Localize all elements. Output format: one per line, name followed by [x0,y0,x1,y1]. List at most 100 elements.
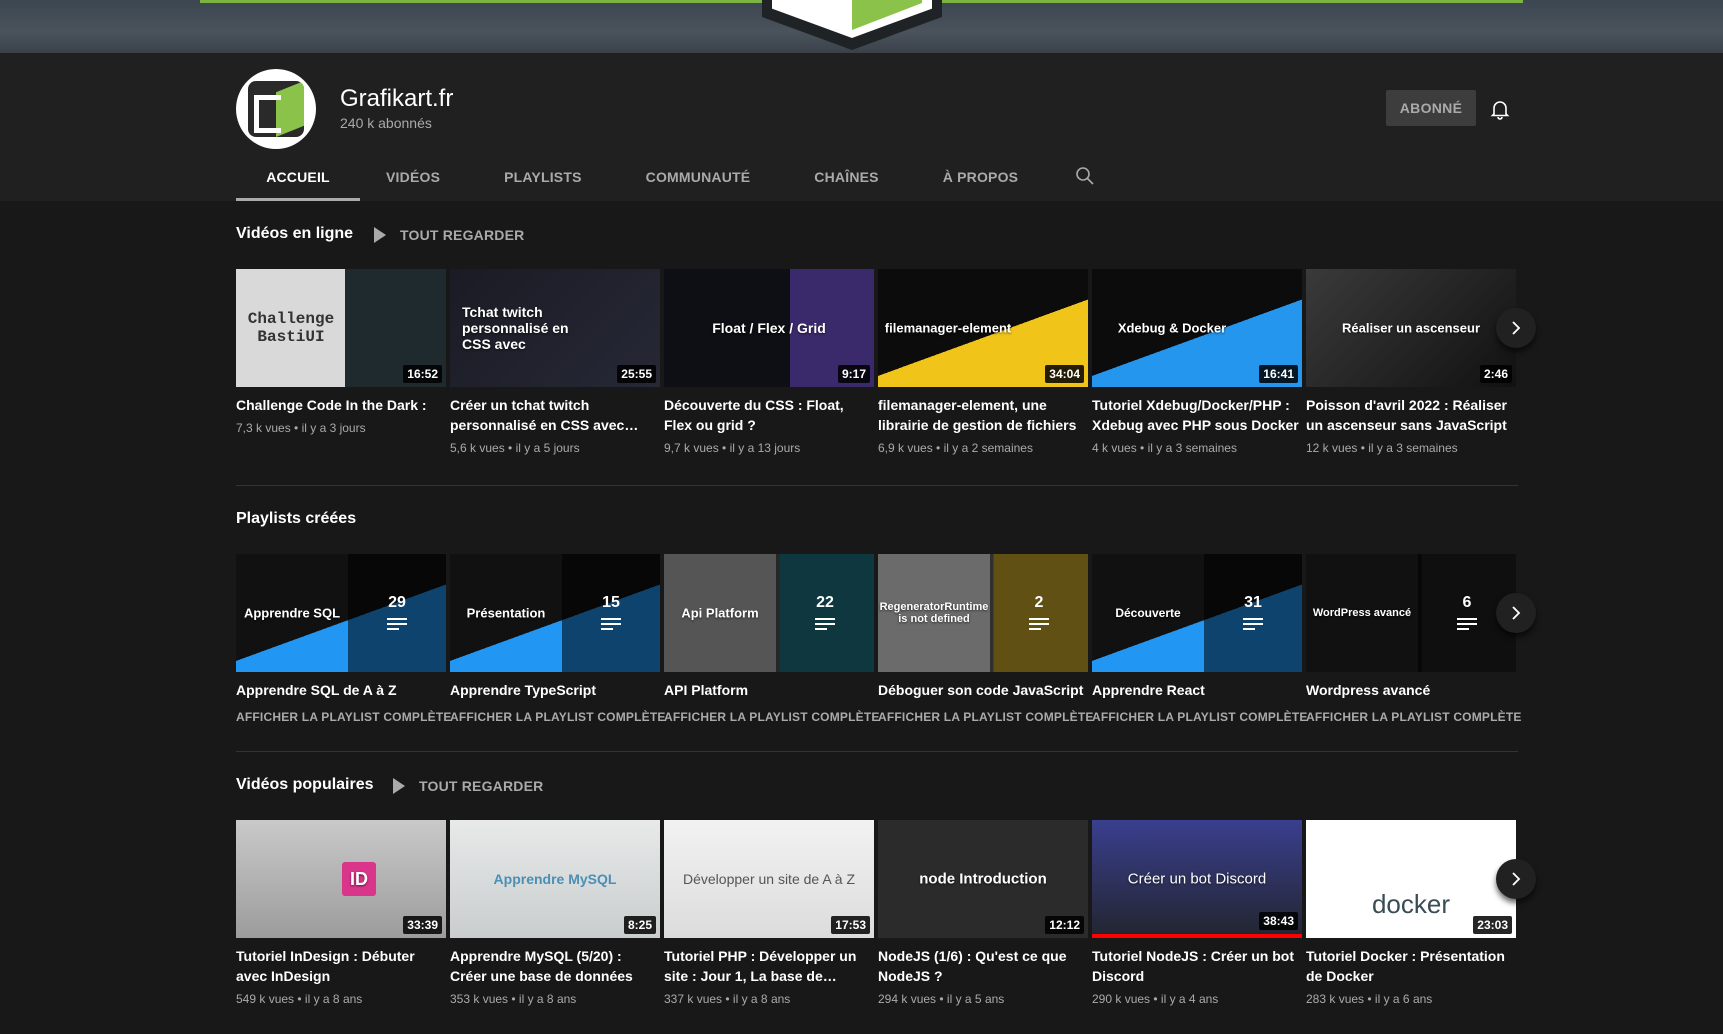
playlist-card[interactable]: RegeneratorRuntime is not defined 2 Débo… [878,554,1093,724]
video-card[interactable]: Float / Flex / Grid 9:17 Découverte du C… [664,269,874,455]
video-thumbnail[interactable]: Float / Flex / Grid 9:17 [664,269,874,387]
playlist-overlay: 29 [348,554,446,672]
thumbnail-caption: Présentation [466,605,546,621]
tab-communaute[interactable]: COMMUNAUTÉ [646,161,751,201]
video-title[interactable]: Tutoriel Docker : Présentation de Docker [1306,946,1516,986]
view-full-playlist-link[interactable]: AFFICHER LA PLAYLIST COMPLÈTE [664,710,879,724]
playlist-card[interactable]: Présentation 15 Apprendre TypeScript AFF… [450,554,665,724]
subscribed-button[interactable]: ABONNÉ [1386,90,1476,126]
playlist-thumbnail[interactable]: RegeneratorRuntime is not defined 2 [878,554,1088,672]
view-full-playlist-link[interactable]: AFFICHER LA PLAYLIST COMPLÈTE [1306,710,1521,724]
playlist-icon [387,618,407,632]
online-videos-shelf: Challenge BastiUI 16:52 Challenge Code I… [236,269,1518,469]
tab-playlists[interactable]: PLAYLISTS [504,161,582,201]
video-title[interactable]: Tutoriel NodeJS : Créer un bot Discord [1092,946,1302,986]
view-full-playlist-link[interactable]: AFFICHER LA PLAYLIST COMPLÈTE [1092,710,1307,724]
video-thumbnail[interactable]: Développer un site de A à Z 17:53 [664,820,874,938]
shelf-next-button[interactable] [1496,859,1536,899]
playlist-thumbnail[interactable]: Api Platform 22 [664,554,874,672]
playlist-thumbnail[interactable]: Présentation 15 [450,554,660,672]
video-card[interactable]: Xdebug & Docker 16:41 Tutoriel Xdebug/Do… [1092,269,1302,455]
playlist-card[interactable]: Découverte 31 Apprendre React AFFICHER L… [1092,554,1307,724]
popular-videos-shelf: ID 33:39 Tutoriel InDesign : Débuter ave… [236,820,1518,1020]
video-card[interactable]: ID 33:39 Tutoriel InDesign : Débuter ave… [236,820,446,1006]
view-full-playlist-link[interactable]: AFFICHER LA PLAYLIST COMPLÈTE [236,710,451,724]
subscriber-count: 240 k abonnés [340,115,432,131]
video-title[interactable]: Tutoriel PHP : Développer un site : Jour… [664,946,874,986]
video-meta: 294 k vues • il y a 5 ans [878,992,1005,1006]
video-card[interactable]: Réaliser un ascenseur 2:46 Poisson d'avr… [1306,269,1516,455]
video-card[interactable]: docker 23:03 Tutoriel Docker : Présentat… [1306,820,1516,1006]
upload-age: il y a 8 ans [518,992,577,1006]
tab-accueil[interactable]: ACCUEIL [236,161,360,201]
video-card[interactable]: Créer un bot Discord 38:43 Tutoriel Node… [1092,820,1302,1006]
playlist-thumbnail[interactable]: WordPress avancé 6 [1306,554,1516,672]
playlist-thumbnail[interactable]: Découverte 31 [1092,554,1302,672]
video-card[interactable]: Challenge BastiUI 16:52 Challenge Code I… [236,269,446,435]
thumbnail-caption: Tchat twitch personnalisé en CSS avec [462,304,569,352]
playlist-card[interactable]: Api Platform 22 API Platform AFFICHER LA… [664,554,879,724]
video-card[interactable]: node Introduction 12:12 NodeJS (1/6) : Q… [878,820,1088,1006]
video-title[interactable]: filemanager-element, une librairie de ge… [878,395,1088,435]
playlist-title[interactable]: Apprendre SQL de A à Z [236,680,446,700]
channel-avatar[interactable] [236,69,316,149]
view-count: 7,3 k vues [236,421,291,435]
tab-videos[interactable]: VIDÉOS [386,161,440,201]
video-thumbnail[interactable]: filemanager-element 34:04 [878,269,1088,387]
thumbnail-caption: Découverte [1115,606,1181,620]
video-thumbnail[interactable]: node Introduction 12:12 [878,820,1088,938]
duration-badge: 38:43 [1259,912,1298,930]
video-thumbnail[interactable]: Tchat twitch personnalisé en CSS avec 25… [450,269,660,387]
shelf-next-button[interactable] [1496,593,1536,633]
video-meta: 7,3 k vues • il y a 3 jours [236,421,366,435]
view-count: 337 k vues [664,992,723,1006]
shelf-next-button[interactable] [1496,308,1536,348]
tab-chaines[interactable]: CHAÎNES [814,161,878,201]
playlist-thumbnail[interactable]: Apprendre SQL 29 [236,554,446,672]
view-count: 9,7 k vues [664,441,719,455]
section-title-popular: Vidéos populaires [236,776,374,793]
video-title[interactable]: Créer un tchat twitch personnalisé en CS… [450,395,660,435]
view-full-playlist-link[interactable]: AFFICHER LA PLAYLIST COMPLÈTE [450,710,665,724]
video-thumbnail[interactable]: Challenge BastiUI 16:52 [236,269,446,387]
tab-a-propos[interactable]: À PROPOS [943,161,1019,201]
playlist-title[interactable]: Déboguer son code JavaScript [878,680,1088,700]
video-thumbnail[interactable]: docker 23:03 [1306,820,1516,938]
duration-badge: 8:25 [623,916,656,934]
playlist-overlay: 15 [562,554,660,672]
playlist-title[interactable]: Apprendre TypeScript [450,680,660,700]
playlist-card[interactable]: Apprendre SQL 29 Apprendre SQL de A à Z … [236,554,451,724]
video-thumbnail[interactable]: Xdebug & Docker 16:41 [1092,269,1302,387]
view-full-playlist-link[interactable]: AFFICHER LA PLAYLIST COMPLÈTE [878,710,1093,724]
video-thumbnail[interactable]: Créer un bot Discord 38:43 [1092,820,1302,938]
bell-icon[interactable] [1488,97,1512,121]
playlist-overlay: 31 [1204,554,1302,672]
video-title[interactable]: Challenge Code In the Dark : [236,395,446,415]
playlist-title[interactable]: API Platform [664,680,874,700]
video-title[interactable]: Découverte du CSS : Float, Flex ou grid … [664,395,874,435]
play-all-popular[interactable]: TOUT REGARDER [393,778,543,794]
playlist-card[interactable]: WordPress avancé 6 Wordpress avancé AFFI… [1306,554,1521,724]
upload-age: il y a 8 ans [732,992,791,1006]
video-card[interactable]: Tchat twitch personnalisé en CSS avec 25… [450,269,660,455]
playlist-title[interactable]: Wordpress avancé [1306,680,1516,700]
view-count: 290 k vues [1092,992,1151,1006]
play-all-online[interactable]: TOUT REGARDER [374,227,524,243]
video-title[interactable]: Tutoriel InDesign : Débuter avec InDesig… [236,946,446,986]
video-thumbnail[interactable]: Apprendre MySQL 8:25 [450,820,660,938]
video-card[interactable]: filemanager-element 34:04 filemanager-el… [878,269,1088,455]
video-card[interactable]: Développer un site de A à Z 17:53 Tutori… [664,820,874,1006]
video-title[interactable]: Tutoriel Xdebug/Docker/PHP : Xdebug avec… [1092,395,1302,435]
playlist-overlay: 22 [776,554,874,672]
video-thumbnail[interactable]: Réaliser un ascenseur 2:46 [1306,269,1516,387]
thumbnail-caption: Float / Flex / Grid [712,320,826,336]
search-icon[interactable] [1075,166,1095,186]
video-thumbnail[interactable]: ID 33:39 [236,820,446,938]
video-title[interactable]: NodeJS (1/6) : Qu'est ce que NodeJS ? [878,946,1088,986]
video-title[interactable]: Poisson d'avril 2022 : Réaliser un ascen… [1306,395,1516,435]
video-title[interactable]: Apprendre MySQL (5/20) : Créer une base … [450,946,660,986]
video-card[interactable]: Apprendre MySQL 8:25 Apprendre MySQL (5/… [450,820,660,1006]
avatar-logo [248,81,304,137]
playlist-title[interactable]: Apprendre React [1092,680,1302,700]
upload-age: il y a 3 jours [301,421,366,435]
